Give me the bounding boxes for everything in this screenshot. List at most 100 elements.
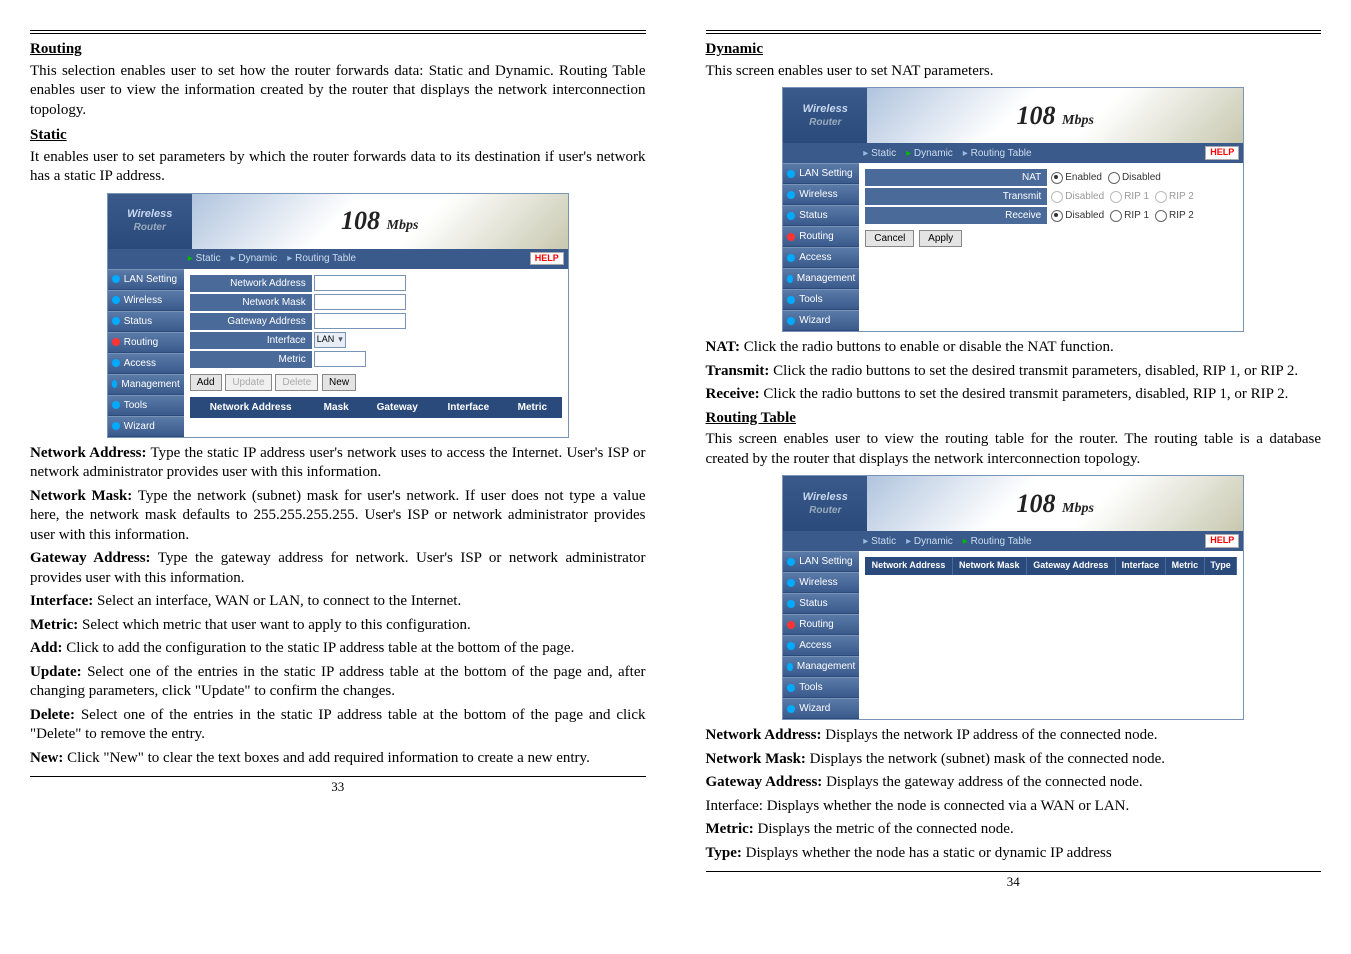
static-router-panel: WirelessRouter 108 Mbps Static Dynamic R… [107,193,569,438]
page-right: Dynamic This screen enables user to set … [676,0,1351,954]
sidebar-item-lan[interactable]: LAN Setting [783,551,859,572]
sidebar-item-tools[interactable]: Tools [108,395,184,416]
rtdef-type: Type: Displays whether the node has a st… [706,844,1322,864]
dynamic-para: This screen enables user to set NAT para… [706,62,1322,82]
tab-dynamic[interactable]: Dynamic [906,147,953,160]
router-main: Network Address Network Mask Gateway Add… [184,269,568,437]
tab-static[interactable]: Static [188,252,221,265]
sidebar-item-access[interactable]: Access [783,635,859,656]
router-banner: 108 Mbps [867,88,1243,143]
page-left: Routing This selection enables user to s… [0,0,676,954]
def-interface: Interface: Select an interface, WAN or L… [30,592,646,612]
add-button[interactable]: Add [190,374,222,391]
receive-label: Receive [865,207,1047,224]
transmit-label: Transmit [865,188,1047,205]
update-button[interactable]: Update [225,374,271,391]
tab-routing-table[interactable]: Routing Table [963,147,1032,160]
sidebar-item-access[interactable]: Access [108,353,184,374]
router-logo: WirelessRouter [783,476,867,531]
sidebar-item-tools[interactable]: Tools [783,677,859,698]
router-logo: WirelessRouter [783,88,867,143]
static-table: Network AddressMaskGatewayInterfaceMetri… [190,397,562,418]
routing-table-para: This screen enables user to view the rou… [706,430,1322,469]
rtdef-metric: Metric: Displays the metric of the conne… [706,820,1322,840]
sidebar-item-management[interactable]: Management [783,268,859,289]
sidebar-item-routing[interactable]: Routing [783,614,859,635]
def-metric: Metric: Select which metric that user wa… [30,616,646,636]
help-button[interactable]: HELP [1205,146,1239,160]
help-button[interactable]: HELP [1205,534,1239,548]
sidebar-item-wireless[interactable]: Wireless [108,290,184,311]
def-transmit: Transmit: Click the radio buttons to set… [706,362,1322,382]
def-network-address: Network Address: Type the static IP addr… [30,444,646,483]
rtdef-network-mask: Network Mask: Displays the network (subn… [706,750,1322,770]
nat-disabled-radio[interactable]: Disabled [1108,171,1161,184]
sidebar-item-wireless[interactable]: Wireless [783,572,859,593]
routing-title: Routing [30,40,646,60]
sidebar-item-access[interactable]: Access [783,247,859,268]
def-nat: NAT: Click the radio buttons to enable o… [706,338,1322,358]
sidebar-item-wireless[interactable]: Wireless [783,184,859,205]
tab-static[interactable]: Static [863,147,896,160]
tab-routing-table[interactable]: Routing Table [287,252,356,265]
routing-table: Network AddressNetwork MaskGateway Addre… [865,557,1237,575]
routing-table-router-panel: WirelessRouter 108 Mbps Static Dynamic R… [782,475,1244,720]
new-button[interactable]: New [322,374,356,391]
routing-para: This selection enables user to set how t… [30,62,646,121]
help-button[interactable]: HELP [530,252,564,266]
tx-rip1-radio[interactable]: RIP 1 [1110,190,1149,203]
network-address-label: Network Address [190,275,312,292]
sidebar-item-routing[interactable]: Routing [108,332,184,353]
interface-label: Interface [190,332,312,349]
page-number-left: 33 [30,779,646,796]
sidebar-item-management[interactable]: Management [783,656,859,677]
def-update: Update: Select one of the entries in the… [30,663,646,702]
rx-rip2-radio[interactable]: RIP 2 [1155,209,1194,222]
sidebar-item-status[interactable]: Status [108,311,184,332]
sidebar-item-wizard[interactable]: Wizard [108,416,184,437]
cancel-button[interactable]: Cancel [865,230,914,247]
static-title: Static [30,126,646,146]
metric-label: Metric [190,351,312,368]
static-para: It enables user to set parameters by whi… [30,148,646,187]
sidebar-item-wizard[interactable]: Wizard [783,310,859,331]
routing-table-title: Routing Table [706,409,1322,429]
sidebar-item-lan[interactable]: LAN Setting [108,269,184,290]
tab-static[interactable]: Static [863,535,896,548]
page-number-right: 34 [706,874,1322,891]
network-address-input[interactable] [314,275,406,291]
rx-rip1-radio[interactable]: RIP 1 [1110,209,1149,222]
sidebar-item-management[interactable]: Management [108,374,184,395]
network-mask-input[interactable] [314,294,406,310]
def-new: New: Click "New" to clear the text boxes… [30,749,646,769]
metric-input[interactable] [314,351,366,367]
tx-rip2-radio[interactable]: RIP 2 [1155,190,1194,203]
apply-button[interactable]: Apply [919,230,962,247]
rtdef-network-address: Network Address: Displays the network IP… [706,726,1322,746]
tx-disabled-radio[interactable]: Disabled [1051,190,1104,203]
router-tabs: Static Dynamic Routing Table HELP [108,249,568,269]
interface-select[interactable]: LAN [314,332,346,348]
tab-dynamic[interactable]: Dynamic [231,252,278,265]
sidebar-item-lan[interactable]: LAN Setting [783,163,859,184]
sidebar-item-status[interactable]: Status [783,205,859,226]
nat-enabled-radio[interactable]: Enabled [1051,171,1102,184]
sidebar-item-routing[interactable]: Routing [783,226,859,247]
network-mask-label: Network Mask [190,294,312,311]
def-network-mask: Network Mask: Type the network (subnet) … [30,487,646,546]
tab-dynamic[interactable]: Dynamic [906,535,953,548]
nat-label: NAT [865,169,1047,186]
sidebar-item-status[interactable]: Status [783,593,859,614]
router-logo: WirelessRouter [108,194,192,249]
sidebar-item-tools[interactable]: Tools [783,289,859,310]
def-add: Add: Click to add the configuration to t… [30,639,646,659]
def-delete: Delete: Select one of the entries in the… [30,706,646,745]
def-gateway-address: Gateway Address: Type the gateway addres… [30,549,646,588]
sidebar-item-wizard[interactable]: Wizard [783,698,859,719]
rx-disabled-radio[interactable]: Disabled [1051,209,1104,222]
gateway-address-input[interactable] [314,313,406,329]
rtdef-interface: Interface: Displays whether the node is … [706,797,1322,817]
sidebar: LAN Setting Wireless Status Routing Acce… [108,269,184,437]
tab-routing-table[interactable]: Routing Table [963,535,1032,548]
delete-button[interactable]: Delete [275,374,318,391]
